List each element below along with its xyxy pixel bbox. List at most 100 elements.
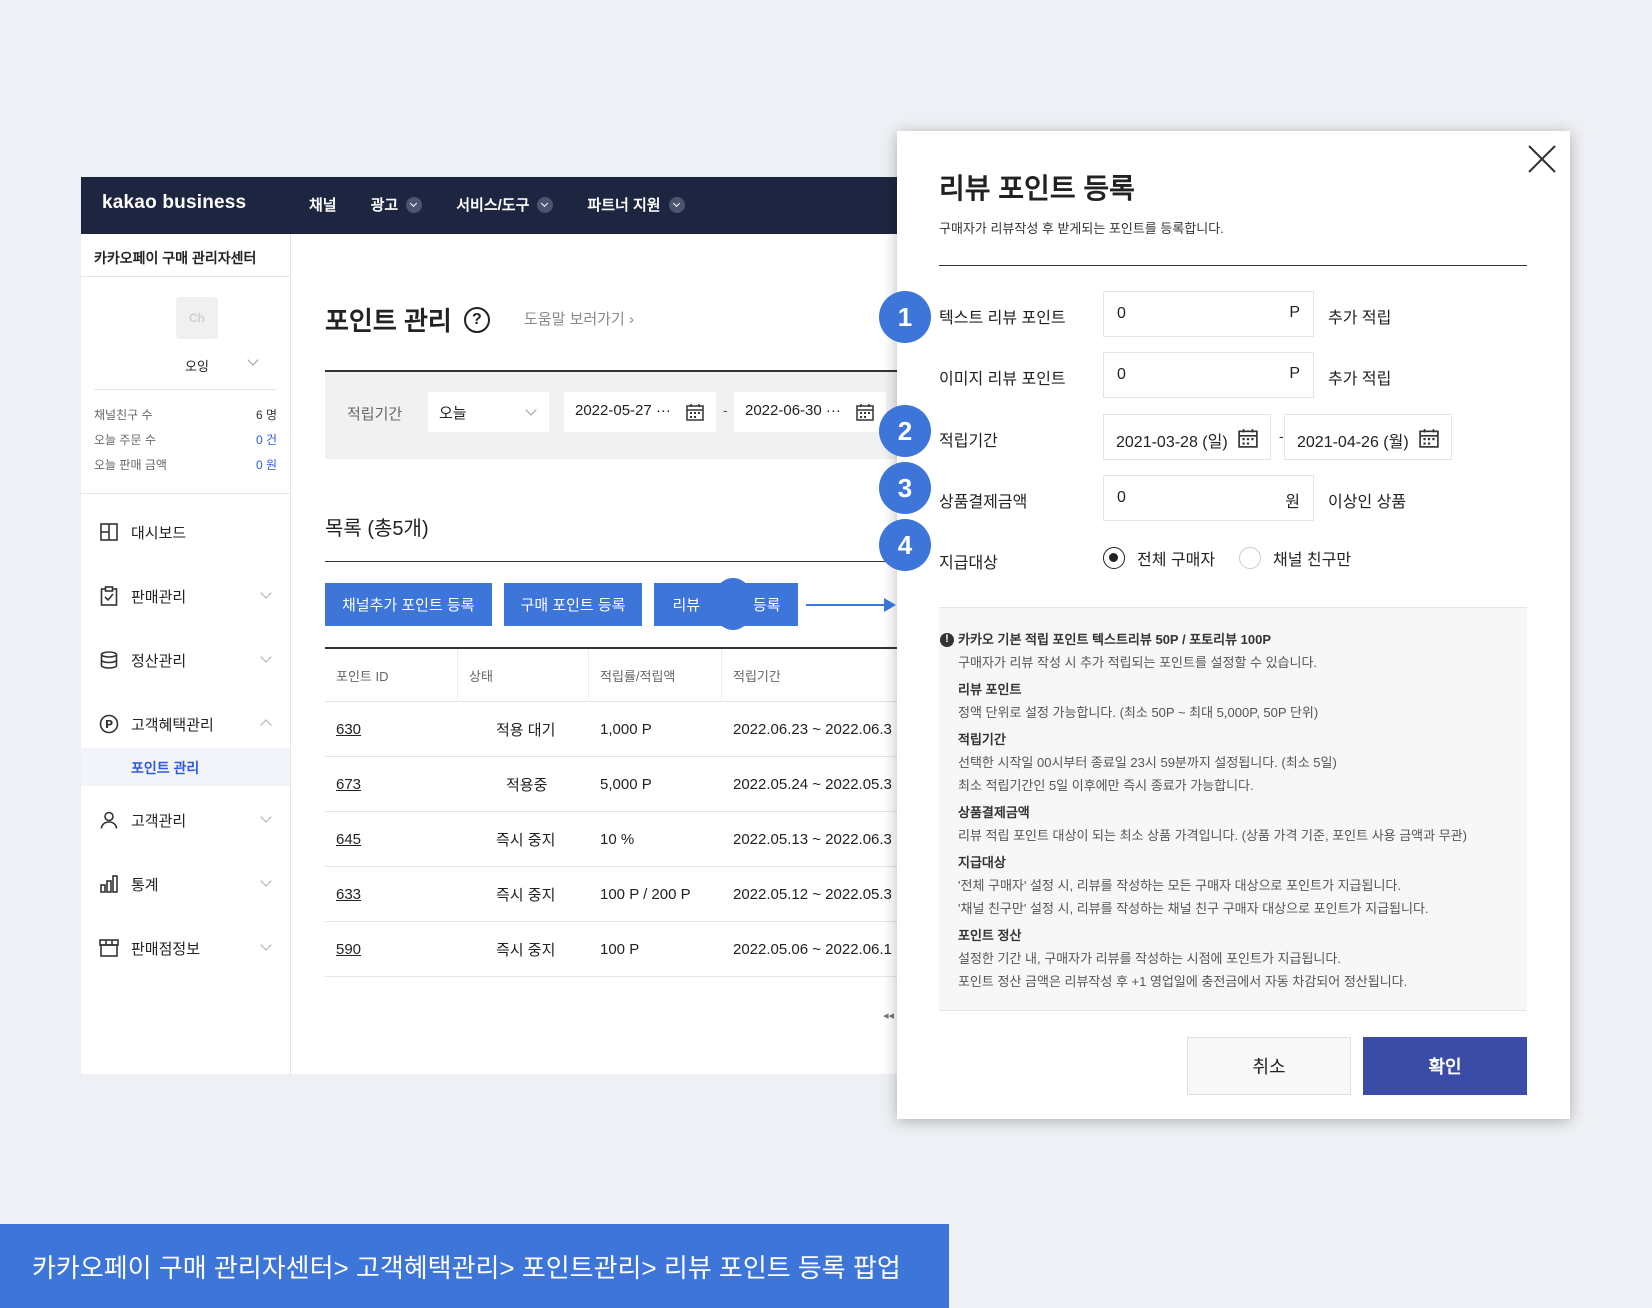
table-header: 포인트 ID 상태 적립률/적립액 적립기간 <box>325 648 911 702</box>
rate-cell: 1,000 P <box>600 720 652 738</box>
exclamation-icon: ! <box>940 632 954 647</box>
chevron-down-icon[interactable] <box>247 354 259 366</box>
min-amount-row: 상품결제금액 0 원 이상인 상품 <box>939 475 1539 521</box>
field-label: 이미지 리뷰 포인트 <box>939 371 1066 388</box>
close-icon[interactable] <box>1526 143 1558 175</box>
date-from-input[interactable]: 2022-05-27 ··· <box>564 392 716 432</box>
confirm-button[interactable]: 확인 <box>1363 1037 1527 1095</box>
chevron-down-icon <box>537 196 554 213</box>
channel-name: 오잉 <box>185 359 209 374</box>
sidebar-item-settlement[interactable]: 정산관리 <box>81 628 290 692</box>
calendar-icon <box>856 404 874 421</box>
sidebar-item-store-info[interactable]: 판매점정보 <box>81 916 290 980</box>
info-section-title: 지급대상 <box>958 855 1006 870</box>
annotation-marker-4: 4 <box>879 519 931 571</box>
min-amount-input[interactable]: 0 원 <box>1103 475 1314 521</box>
calendar-icon <box>686 404 704 421</box>
purchase-point-register-button[interactable]: 구매 포인트 등록 <box>503 583 643 626</box>
status-cell: 즉시 중지 <box>496 831 556 849</box>
chevron-down-icon <box>260 939 272 951</box>
date-range-dash: - <box>723 402 728 418</box>
table-row: 630 적용 대기 1,000 P 2022.06.23 ~ 2022.06.3 <box>325 702 911 757</box>
point-id-link[interactable]: 673 <box>336 776 361 793</box>
info-box: ! 카카오 기본 적립 포인트 텍스트리뷰 50P / 포토리뷰 100P 구매자… <box>939 607 1527 1011</box>
field-suffix: 추가 적립 <box>1328 310 1392 327</box>
field-label: 텍스트 리뷰 포인트 <box>939 310 1066 327</box>
status-cell: 적용 대기 <box>496 721 556 739</box>
column-header: 적립률/적립액 <box>589 648 722 702</box>
help-icon[interactable]: ? <box>463 306 490 333</box>
stat-friends: 채널친구 수6 명 <box>94 408 277 422</box>
chevron-up-icon <box>260 719 272 731</box>
nav-partner-support[interactable]: 파트너 지원 <box>587 194 685 215</box>
sidebar: 카카오페이 구매 관리자센터 Ch 오잉 채널친구 수6 명 오늘 주문 수0 … <box>81 234 291 1074</box>
top-navigation-bar: kakao business 채널 광고 서비스/도구 파트너 지원 <box>81 177 911 234</box>
point-id-link[interactable]: 630 <box>336 721 361 738</box>
field-label: 적립기간 <box>939 433 998 450</box>
nav-ads[interactable]: 광고 <box>371 194 423 215</box>
period-start-input[interactable]: 2021-03-28 (일) <box>1103 414 1271 460</box>
divider <box>939 265 1527 266</box>
channel-point-register-button[interactable]: 채널추가 포인트 등록 <box>325 583 492 626</box>
chart-icon <box>99 874 119 894</box>
brand-logo[interactable]: kakao business <box>102 192 246 214</box>
point-id-link[interactable]: 633 <box>336 886 361 903</box>
annotation-marker-1: 1 <box>879 291 931 343</box>
filter-bar: 적립기간 오늘 2022-05-27 ··· - 2022-06-30 ··· <box>325 370 911 459</box>
table-row: 673 적용중 5,000 P 2022.05.24 ~ 2022.05.3 <box>325 757 911 812</box>
text-review-point-input[interactable]: 0 P <box>1103 291 1314 337</box>
sidebar-item-customers[interactable]: 고객관리 <box>81 788 290 852</box>
sidebar-menu: 대시보드 판매관리 정산관리 P 고객혜택관리 포인트 관리 고객관리 통계 판… <box>81 494 290 980</box>
table-row: 590 즉시 중지 100 P 2022.05.06 ~ 2022.06.1 <box>325 922 911 977</box>
info-section-title: 리뷰 포인트 <box>958 682 1022 697</box>
radio-channel-friends[interactable]: 채널 친구만 <box>1239 546 1351 570</box>
main-content: 포인트 관리 ? 도움말 보러가기 › 적립기간 오늘 2022-05-27 ·… <box>325 234 911 1074</box>
svg-text:P: P <box>105 718 113 731</box>
period-cell: 2022.05.13 ~ 2022.06.3 <box>733 830 892 848</box>
cancel-button[interactable]: 취소 <box>1187 1037 1351 1095</box>
review-point-register-modal: 리뷰 포인트 등록 구매자가 리뷰작성 후 받게되는 포인트를 등록합니다. 텍… <box>897 131 1570 1119</box>
database-icon <box>99 650 119 670</box>
modal-description: 구매자가 리뷰작성 후 받게되는 포인트를 등록합니다. <box>939 221 1224 236</box>
rate-cell: 100 P / 200 P <box>600 885 691 903</box>
channel-stats: 채널친구 수6 명 오늘 주문 수0 건 오늘 판매 금액 0 원 <box>81 390 290 494</box>
chevron-down-icon <box>406 196 423 213</box>
highlight-marker <box>712 578 754 630</box>
sidebar-item-customer-benefits[interactable]: P 고객혜택관리 <box>81 692 290 756</box>
field-label: 지급대상 <box>939 555 998 572</box>
chevron-down-icon <box>260 651 272 663</box>
rate-cell: 10 % <box>600 830 635 848</box>
calendar-icon <box>1419 429 1439 448</box>
sidebar-item-dashboard[interactable]: 대시보드 <box>81 500 290 564</box>
pointer-arrow <box>806 598 896 612</box>
annotation-marker-3: 3 <box>879 462 931 514</box>
image-review-point-input[interactable]: 0 P <box>1103 352 1314 398</box>
column-header: 포인트 ID <box>325 648 458 702</box>
nav-channel[interactable]: 채널 <box>309 194 337 215</box>
radio-all-buyers[interactable]: 전체 구매자 <box>1103 546 1215 570</box>
radio-checked-icon <box>1103 547 1125 569</box>
nav-services-tools[interactable]: 서비스/도구 <box>456 194 554 215</box>
help-link[interactable]: 도움말 보러가기 › <box>524 308 634 329</box>
caption-banner: 카카오페이 구매 관리자센터> 고객혜택관리> 포인트관리> 리뷰 포인트 등록… <box>0 1224 949 1308</box>
table-row: 645 즉시 중지 10 % 2022.05.13 ~ 2022.06.3 <box>325 812 911 867</box>
sidebar-item-statistics[interactable]: 통계 <box>81 852 290 916</box>
text-review-point-row: 텍스트 리뷰 포인트 0 P 추가 적립 <box>939 291 1539 337</box>
stat-orders: 오늘 주문 수0 건 <box>94 433 277 447</box>
point-icon: P <box>99 714 119 734</box>
filter-label: 적립기간 <box>347 406 403 423</box>
status-cell: 즉시 중지 <box>496 886 556 904</box>
point-id-link[interactable]: 590 <box>336 941 361 958</box>
period-end-input[interactable]: 2021-04-26 (월) <box>1284 414 1452 460</box>
rate-cell: 100 P <box>600 940 640 958</box>
sidebar-item-sales[interactable]: 판매관리 <box>81 564 290 628</box>
point-id-link[interactable]: 645 <box>336 831 361 848</box>
modal-title: 리뷰 포인트 등록 <box>939 173 1135 204</box>
period-select[interactable]: 오늘 <box>428 392 549 432</box>
calendar-icon <box>1238 429 1258 448</box>
pager-first-icon[interactable]: ◂◂ <box>883 1009 894 1022</box>
table-row: 633 즉시 중지 100 P / 200 P 2022.05.12 ~ 202… <box>325 867 911 922</box>
field-label: 상품결제금액 <box>939 494 1028 511</box>
radio-unchecked-icon <box>1239 547 1261 569</box>
date-to-input[interactable]: 2022-06-30 ··· <box>734 392 886 432</box>
